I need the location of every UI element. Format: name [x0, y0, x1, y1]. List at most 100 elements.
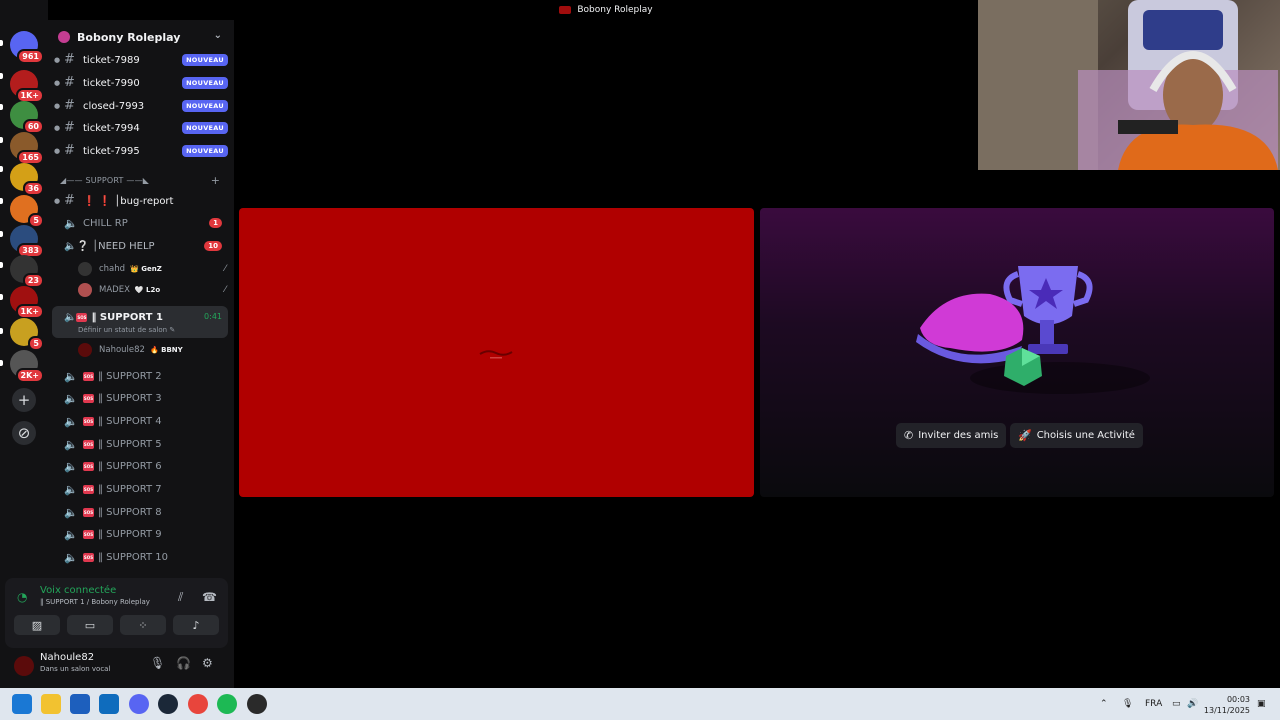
- notifications-icon[interactable]: ▣: [1257, 699, 1266, 709]
- chevron-down-icon[interactable]: ⌄: [214, 30, 222, 41]
- chevron-up-icon[interactable]: ⌃: [1100, 699, 1108, 709]
- channel-ticket[interactable]: ● # ticket-7990 NOUVEAU: [54, 73, 228, 93]
- server-icon[interactable]: 60: [10, 101, 44, 134]
- add-server-icon[interactable]: +: [12, 388, 36, 412]
- speaker-icon: 🔈: [64, 311, 77, 323]
- voice-channel-support[interactable]: 🔈 SOS ‖ SUPPORT 10: [54, 548, 228, 568]
- bullet-icon: ●: [54, 56, 61, 64]
- speaker-locked-icon: 🔈: [64, 551, 78, 565]
- new-badge: NOUVEAU: [182, 54, 228, 66]
- voice-user-nahoule82[interactable]: Nahoule82 🔥 BBNY: [78, 341, 183, 359]
- soundboard-button[interactable]: ♪: [173, 615, 219, 635]
- set-channel-status[interactable]: Définir un statut de salon ✎: [78, 326, 175, 334]
- server-header[interactable]: Bobony Roleplay ⌄: [48, 20, 234, 54]
- server-icon[interactable]: 36: [10, 163, 44, 196]
- screen-share-button[interactable]: ▭: [67, 615, 113, 635]
- server-icon[interactable]: 5: [10, 195, 44, 228]
- clock-date: 13/11/2025: [1203, 706, 1250, 715]
- activities-button[interactable]: ⁘: [120, 615, 166, 635]
- voice-channel-support[interactable]: 🔈 SOS ‖ SUPPORT 9: [54, 525, 228, 545]
- new-badge: NOUVEAU: [182, 122, 228, 134]
- voice-channel-support[interactable]: 🔈 SOS ‖ SUPPORT 2: [54, 366, 228, 386]
- channel-name: ticket-7994: [83, 122, 140, 134]
- file-explorer-icon[interactable]: [41, 694, 61, 714]
- noise-suppression-icon[interactable]: ⫽: [178, 590, 183, 605]
- settings-gear-icon[interactable]: ⚙: [202, 656, 213, 670]
- sos-icon: SOS: [83, 507, 94, 517]
- invite-friends-button[interactable]: ✆ Inviter des amis: [896, 423, 1007, 448]
- voice-channel-link[interactable]: ‖ SUPPORT 1 / Bobony Roleplay: [40, 598, 150, 606]
- outlook-icon[interactable]: [99, 694, 119, 714]
- microphone-icon[interactable]: 🎙: [150, 656, 165, 670]
- choose-activity-button[interactable]: 🚀 Choisis une Activité: [1010, 423, 1143, 448]
- discover-icon[interactable]: ⊘: [12, 421, 36, 445]
- windows-start-icon[interactable]: [12, 694, 32, 714]
- obs-icon[interactable]: [247, 694, 267, 714]
- window-title: Bobony Roleplay: [577, 5, 653, 15]
- server-icon[interactable]: 165: [10, 132, 44, 165]
- channel-ticket[interactable]: ● # closed-7993 NOUVEAU: [54, 96, 228, 116]
- chrome-icon[interactable]: [188, 694, 208, 714]
- webcam-image: [978, 0, 1278, 170]
- voice-channel-support[interactable]: 🔈 SOS ‖ SUPPORT 4: [54, 411, 228, 431]
- voice-channel-support[interactable]: 🔈 SOS ‖ SUPPORT 3: [54, 389, 228, 409]
- channel-bug-report[interactable]: ● # ❗ ❗ │bug-report: [54, 191, 228, 211]
- channel-ticket[interactable]: ● # ticket-7989 NOUVEAU: [54, 50, 228, 70]
- voice-user-chahd[interactable]: chahd 👑 GenZ: [78, 260, 162, 278]
- mention-badge: 36: [22, 181, 44, 196]
- user-avatar[interactable]: [14, 656, 34, 676]
- channel-ticket[interactable]: ● # ticket-7994 NOUVEAU: [54, 118, 228, 138]
- unread-pip: [0, 73, 3, 79]
- spotify-icon[interactable]: [217, 694, 237, 714]
- disconnect-icon[interactable]: ☎: [202, 590, 217, 604]
- volume-icon[interactable]: 🔊: [1187, 699, 1198, 709]
- channel-name: ticket-7989: [83, 54, 140, 66]
- user-tag: 🔥 BBNY: [149, 346, 183, 354]
- headphones-icon[interactable]: 🎧: [176, 656, 191, 670]
- server-icon[interactable]: 23: [10, 255, 44, 288]
- server-icon[interactable]: 383: [10, 225, 44, 258]
- microphone-icon[interactable]: 🎙: [1122, 699, 1133, 709]
- channel-name: ‖ SUPPORT 9: [98, 529, 162, 541]
- voice-channel-need-help[interactable]: 🔈 ❔ │NEED HELP 10: [54, 236, 228, 256]
- discord-icon[interactable]: [129, 694, 149, 714]
- clock[interactable]: 00:03 13/11/2025: [1204, 694, 1250, 716]
- voice-status[interactable]: Voix connectée: [40, 585, 116, 596]
- category-support[interactable]: ◢—— SUPPORT ——◣: [60, 176, 149, 185]
- camera-off-button[interactable]: ▨: [14, 615, 60, 635]
- add-channel-icon[interactable]: +: [211, 174, 220, 187]
- network-icon[interactable]: ▭: [1172, 699, 1181, 709]
- bullet-icon: ●: [54, 124, 61, 132]
- voice-user-madex[interactable]: MADEX 🤍 L2o: [78, 281, 160, 299]
- add-user-icon: ✆: [904, 429, 914, 442]
- server-icon[interactable]: 961: [10, 31, 44, 64]
- voice-channel-support-1-label[interactable]: 🔈 SOS ‖ SUPPORT 1: [54, 307, 228, 327]
- speaker-locked-icon: 🔈: [64, 437, 78, 451]
- language-indicator[interactable]: FRA: [1145, 699, 1162, 709]
- mention-badge: 2K+: [15, 368, 44, 383]
- signal-icon[interactable]: ◔: [17, 590, 27, 604]
- speaker-locked-icon: 🔈: [64, 483, 78, 496]
- server-icon[interactable]: 1K+: [10, 70, 44, 103]
- voice-channel-support[interactable]: 🔈 SOS ‖ SUPPORT 7: [54, 480, 228, 500]
- webcam-overlay: [978, 0, 1280, 170]
- user-name[interactable]: Nahoule82: [40, 652, 94, 663]
- server-name: Bobony Roleplay: [77, 30, 181, 44]
- sos-icon: SOS: [83, 462, 94, 472]
- user-name: chahd: [99, 264, 126, 274]
- server-icon[interactable]: 1K+: [10, 286, 44, 319]
- bullet-icon: ●: [54, 147, 61, 155]
- sos-icon: SOS: [83, 416, 94, 426]
- channel-ticket[interactable]: ● # ticket-7995 NOUVEAU: [54, 141, 228, 161]
- server-icon[interactable]: 2K+: [10, 350, 44, 383]
- channel-name: ❔ │NEED HELP: [76, 240, 155, 252]
- store-icon[interactable]: [70, 694, 90, 714]
- server-icon[interactable]: 5: [10, 318, 44, 351]
- steam-icon[interactable]: [158, 694, 178, 714]
- voice-channel-chill-rp[interactable]: 🔈 CHILL RP 1: [54, 213, 228, 233]
- voice-channel-support[interactable]: 🔈 SOS ‖ SUPPORT 6: [54, 457, 228, 477]
- avatar: [78, 262, 92, 276]
- voice-channel-support[interactable]: 🔈 SOS ‖ SUPPORT 5: [54, 434, 228, 454]
- voice-channel-support[interactable]: 🔈 SOS ‖ SUPPORT 8: [54, 502, 228, 522]
- unread-pip: [0, 166, 3, 172]
